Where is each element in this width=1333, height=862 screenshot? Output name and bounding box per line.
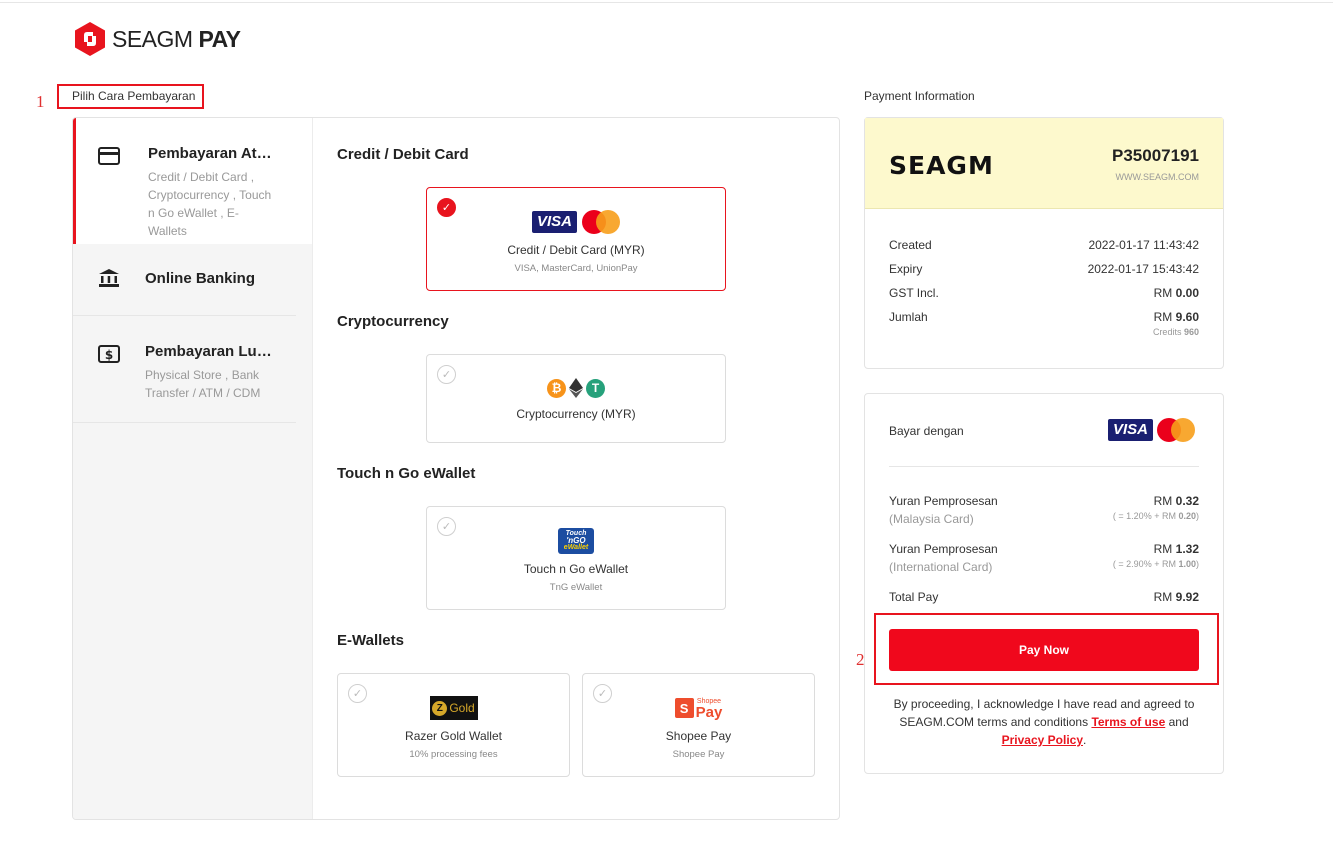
payment-information-heading: Payment Information [864,89,975,103]
order-summary-card: SEAGM P35007191 WWW.SEAGM.COM Created 20… [864,117,1224,369]
method-razer-gold-wallet[interactable]: ✓ Z Gold Razer Gold Wallet 10% processin… [337,673,570,777]
expiry-row: Expiry 2022-01-17 15:43:42 [889,262,1199,276]
method-name: Touch n Go eWallet [523,562,629,576]
card-logos: VISA [427,209,725,235]
fee-malaysia-row: Yuran Pemprosesan (Malaysia Card) RM 0.32… [889,494,1199,530]
shopee-logo-wrap: S Shopee Pay [583,695,814,721]
jumlah-value: RM 9.60 Credits 960 [1152,310,1199,337]
sidebar-item-title: Online Banking [145,270,256,287]
total-pay-label: Total Pay [889,590,939,604]
order-header: SEAGM P35007191 WWW.SEAGM.COM [865,118,1223,209]
tether-icon: T [586,378,605,398]
visa-logo-icon: VISA [531,211,577,233]
sidebar-item-online-banking[interactable]: Online Banking [73,244,296,316]
divider [889,466,1199,467]
order-site: WWW.SEAGM.COM [1115,172,1200,182]
touch-n-go-logo-icon: Touch 'nGO eWallet [558,528,594,554]
fee-malaysia-value: RM 0.32( = 1.20% + RM 0.20) [1112,494,1199,521]
jumlah-row: Jumlah RM 9.60 Credits 960 [889,310,1199,338]
seagm-pay-logo[interactable]: SEAGM PAY [73,21,241,57]
method-subtitle: VISA, MasterCard, UnionPay [514,263,638,274]
category-e-wallets: E-Wallets [337,632,404,649]
gst-row: GST Incl. RM 0.00 [889,286,1199,300]
method-shopee-pay[interactable]: ✓ S Shopee Pay Shopee Pay Shopee Pay [582,673,815,777]
method-name: Credit / Debit Card (MYR) [507,243,645,257]
fee-malaysia-label: Yuran Pemprosesan (Malaysia Card) [889,494,998,526]
pay-with-logos: VISA [1107,418,1195,442]
method-name: Cryptocurrency (MYR) [516,407,636,421]
annotation-number-2: 2 [856,650,865,669]
sidebar-item-offline-payment[interactable]: $ Pembayaran Luar Talian Physical Store … [73,316,296,423]
method-name: Razer Gold Wallet [405,729,502,743]
jumlah-label: Jumlah [889,310,928,324]
check-icon: ✓ [437,365,456,384]
razer-logo-wrap: Z Gold [338,695,569,721]
privacy-policy-link[interactable]: Privacy Policy [1002,733,1083,747]
total-pay-value: RM 9.92 [1153,590,1199,604]
category-cryptocurrency: Cryptocurrency [337,313,449,330]
gst-label: GST Incl. [889,286,939,300]
gst-value: RM 0.00 [1153,286,1199,300]
mastercard-logo-icon [1157,418,1195,442]
sidebar-item-title: Pembayaran Atas Talian [148,145,276,162]
order-id: P35007191 [1112,146,1199,165]
check-icon: ✓ [437,198,456,217]
method-cryptocurrency[interactable]: ✓ ₿ T Cryptocurrency (MYR) [426,354,726,443]
razer-gold-logo-icon: Z Gold [429,696,478,720]
category-touch-n-go: Touch n Go eWallet [337,465,476,482]
pay-with-label: Bayar dengan [889,424,964,438]
check-icon: ✓ [593,684,612,703]
crypto-logos: ₿ T [427,377,725,399]
check-icon: ✓ [437,517,456,536]
method-name: Shopee Pay [665,729,732,743]
total-pay-row: Total Pay RM 9.92 [889,590,1199,604]
check-icon: ✓ [348,684,367,703]
credits-value: Credits 960 [1152,327,1199,337]
fee-international-row: Yuran Pemprosesan (International Card) RM… [889,542,1199,578]
pay-now-button[interactable]: Pay Now [889,629,1199,671]
mastercard-logo-icon [582,210,620,234]
method-subtitle: 10% processing fees [409,749,498,760]
visa-logo-icon: VISA [1107,419,1153,441]
expiry-label: Expiry [889,262,923,276]
payment-category-sidebar: Pembayaran Atas Talian Credit / Debit Ca… [73,118,313,819]
ethereum-icon [569,378,583,398]
category-credit-debit-card: Credit / Debit Card [337,146,469,163]
tng-logo-wrap: Touch 'nGO eWallet [427,528,725,554]
bank-icon [99,269,119,287]
fee-international-label: Yuran Pemprosesan (International Card) [889,542,998,574]
expiry-value: 2022-01-17 15:43:42 [1087,262,1199,276]
shopee-pay-logo-icon: S Shopee Pay [674,697,722,720]
sidebar-item-subtitle: Physical Store , Bank Transfer / ATM / C… [145,368,261,400]
top-divider [0,2,1333,3]
credit-card-icon [98,147,120,165]
method-subtitle: Shopee Pay [672,749,725,760]
sidebar-item-title: Pembayaran Luar Talian [145,343,276,360]
seagm-logo-icon [75,22,105,56]
bitcoin-icon: ₿ [547,378,566,398]
created-label: Created [889,238,932,252]
method-touch-n-go[interactable]: ✓ Touch 'nGO eWallet Touch n Go eWallet … [426,506,726,610]
terms-of-use-link[interactable]: Terms of use [1091,715,1165,729]
payment-method-heading: Pilih Cara Pembayaran [72,89,196,103]
sidebar-item-subtitle: Credit / Debit Card , Cryptocurrency , T… [148,170,272,238]
terms-text: By proceeding, I acknowledge I have read… [893,697,1195,747]
method-credit-debit-card[interactable]: ✓ VISA Credit / Debit Card (MYR) VISA, M… [426,187,726,291]
cash-icon: $ [98,345,120,363]
method-subtitle: TnG eWallet [549,582,603,593]
sidebar-item-online-payment[interactable]: Pembayaran Atas Talian Credit / Debit Ca… [73,118,312,244]
created-value: 2022-01-17 11:43:42 [1088,238,1199,252]
annotation-number-1: 1 [36,92,45,111]
svg-text:$: $ [105,348,113,362]
fee-international-value: RM 1.32( = 2.90% + RM 1.00) [1112,542,1199,569]
seagm-brand-logo: SEAGM [889,151,994,180]
created-row: Created 2022-01-17 11:43:42 [889,238,1199,252]
payment-method-panel: Pembayaran Atas Talian Credit / Debit Ca… [72,117,840,820]
logo-text: SEAGM PAY [112,25,241,52]
